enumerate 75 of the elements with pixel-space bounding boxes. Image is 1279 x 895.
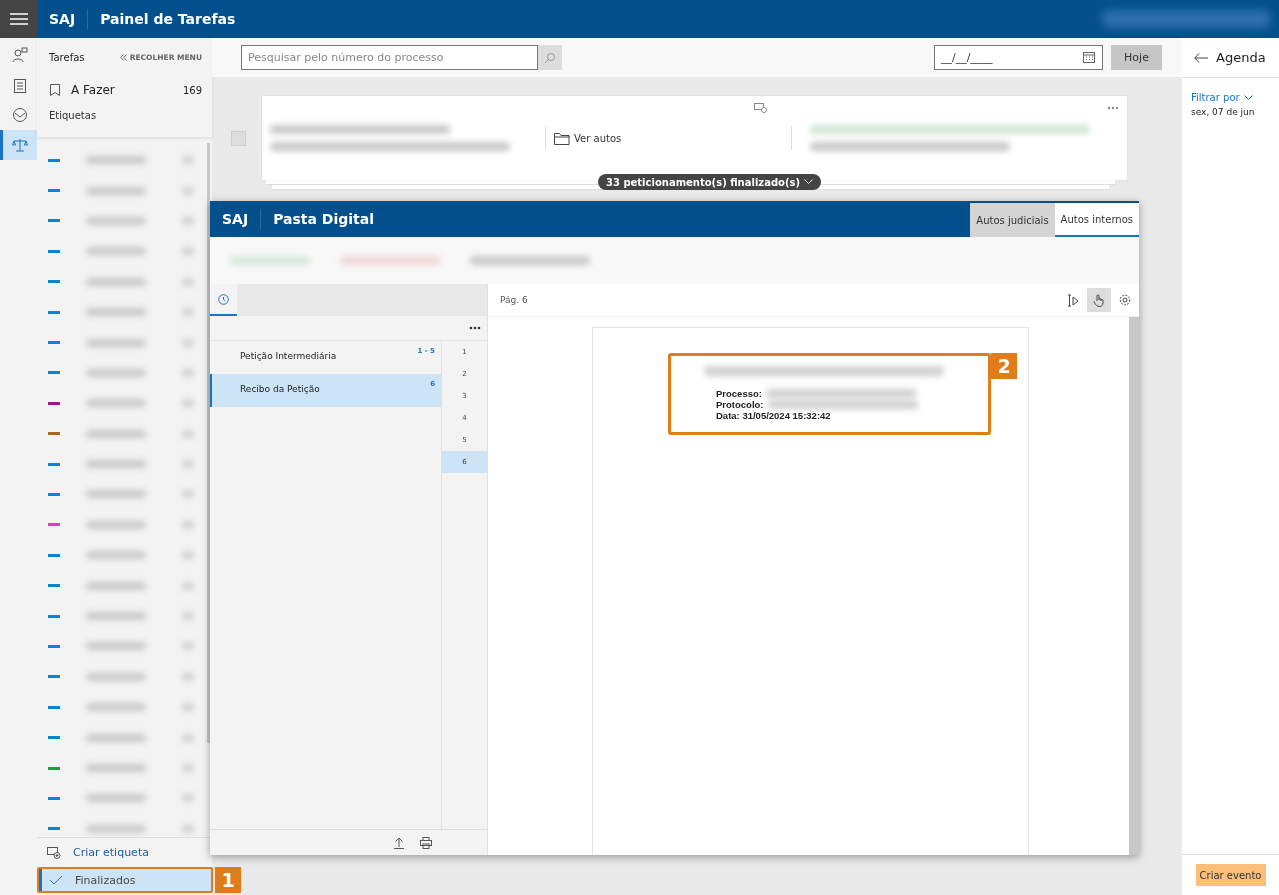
agenda-date: sex, 07 de jun xyxy=(1191,107,1256,117)
hand-icon[interactable] xyxy=(1093,293,1105,307)
blurred-text xyxy=(86,612,146,621)
create-event-button[interactable]: Criar evento xyxy=(1195,864,1266,886)
blurred-text xyxy=(86,429,146,438)
blurred-text xyxy=(86,247,146,256)
settings-icon[interactable] xyxy=(1119,294,1131,306)
section-heading: Tarefas xyxy=(49,51,85,63)
date-field[interactable]: __/__/____ xyxy=(934,45,1103,70)
blurred-text xyxy=(86,277,146,286)
tab[interactable]: Autos judiciais xyxy=(970,203,1055,237)
search-field[interactable]: Pesquisar pelo número do processo xyxy=(241,45,538,70)
item-count: 169 xyxy=(182,84,202,96)
blurred-text xyxy=(86,460,146,469)
upload-icon[interactable] xyxy=(394,836,404,849)
checkbox[interactable] xyxy=(231,130,246,146)
blurred-text xyxy=(86,308,146,317)
screen-icon[interactable] xyxy=(754,103,767,113)
bookmark-icon xyxy=(49,83,61,97)
history-tab[interactable] xyxy=(210,284,237,316)
brand-name: SAJ xyxy=(210,209,262,229)
finished-count-pill[interactable]: 33 peticionamento(s) finalizado(s) xyxy=(598,174,821,190)
blurred-text xyxy=(86,216,146,225)
callout-badge: 1 xyxy=(215,867,241,893)
view-records-link[interactable]: Ver autos xyxy=(554,131,622,145)
checkmark-icon[interactable] xyxy=(49,875,63,885)
document-title: Recibo da Petição xyxy=(240,384,320,394)
blurred-text xyxy=(86,703,146,712)
filter-dropdown[interactable]: Filtrar por xyxy=(1191,92,1279,103)
receipt-text: Processo: xyxy=(716,388,762,399)
receipt-text: Data: 31/05/2024 15:32:42 xyxy=(716,410,831,421)
today-button[interactable]: Hoje xyxy=(1111,45,1162,70)
add-tag-icon[interactable] xyxy=(47,846,61,859)
back-arrow-icon[interactable] xyxy=(1194,52,1208,63)
blurred-text xyxy=(86,551,146,560)
calendar-icon[interactable] xyxy=(1083,51,1095,63)
text-cursor-icon[interactable] xyxy=(1067,293,1079,307)
blurred-text xyxy=(86,733,146,742)
scales-icon[interactable] xyxy=(0,130,37,160)
blurred-text xyxy=(86,520,146,529)
app-title: Painel de Tarefas xyxy=(99,11,236,27)
double-chevron-icon[interactable] xyxy=(119,53,127,61)
sidebar-item[interactable]: A Fazer 169 xyxy=(49,76,202,104)
blurred-text xyxy=(86,794,146,803)
folder-icon[interactable] xyxy=(554,131,570,145)
page-label: Pág. 6 xyxy=(500,295,528,305)
panel-title: Agenda xyxy=(1216,50,1266,65)
brand-name: SAJ xyxy=(37,9,89,29)
blurred-text xyxy=(86,368,146,377)
blurred-text xyxy=(86,672,146,681)
blurred-text xyxy=(86,186,146,195)
finished-item[interactable]: Finalizados xyxy=(37,867,213,893)
print-icon[interactable] xyxy=(420,836,432,849)
blurred-text xyxy=(86,338,146,347)
more-icon[interactable] xyxy=(469,326,481,330)
blurred-text xyxy=(86,156,146,165)
menu-button[interactable] xyxy=(0,0,37,38)
callout-badge: 2 xyxy=(991,353,1017,379)
menu-icon[interactable] xyxy=(9,13,28,25)
document-title: Petição Intermediária xyxy=(240,351,337,361)
blurred-text xyxy=(86,764,146,772)
receipt-text: Protocolo: xyxy=(716,399,764,410)
tool-button[interactable] xyxy=(1087,288,1111,312)
blurred-text xyxy=(86,490,146,499)
blurred-text xyxy=(86,642,146,651)
blurred-text xyxy=(86,399,146,408)
clock-icon[interactable] xyxy=(218,293,229,305)
scrollbar[interactable] xyxy=(1129,317,1139,855)
blurred-text xyxy=(86,824,146,833)
tab[interactable]: Autos internos xyxy=(1054,203,1139,237)
item-label: A Fazer xyxy=(71,83,115,97)
blurred-text xyxy=(86,581,146,590)
section-heading: Etiquetas xyxy=(49,110,98,121)
window-title: Pasta Digital xyxy=(272,211,374,227)
chevron-down-icon[interactable] xyxy=(1243,94,1253,101)
